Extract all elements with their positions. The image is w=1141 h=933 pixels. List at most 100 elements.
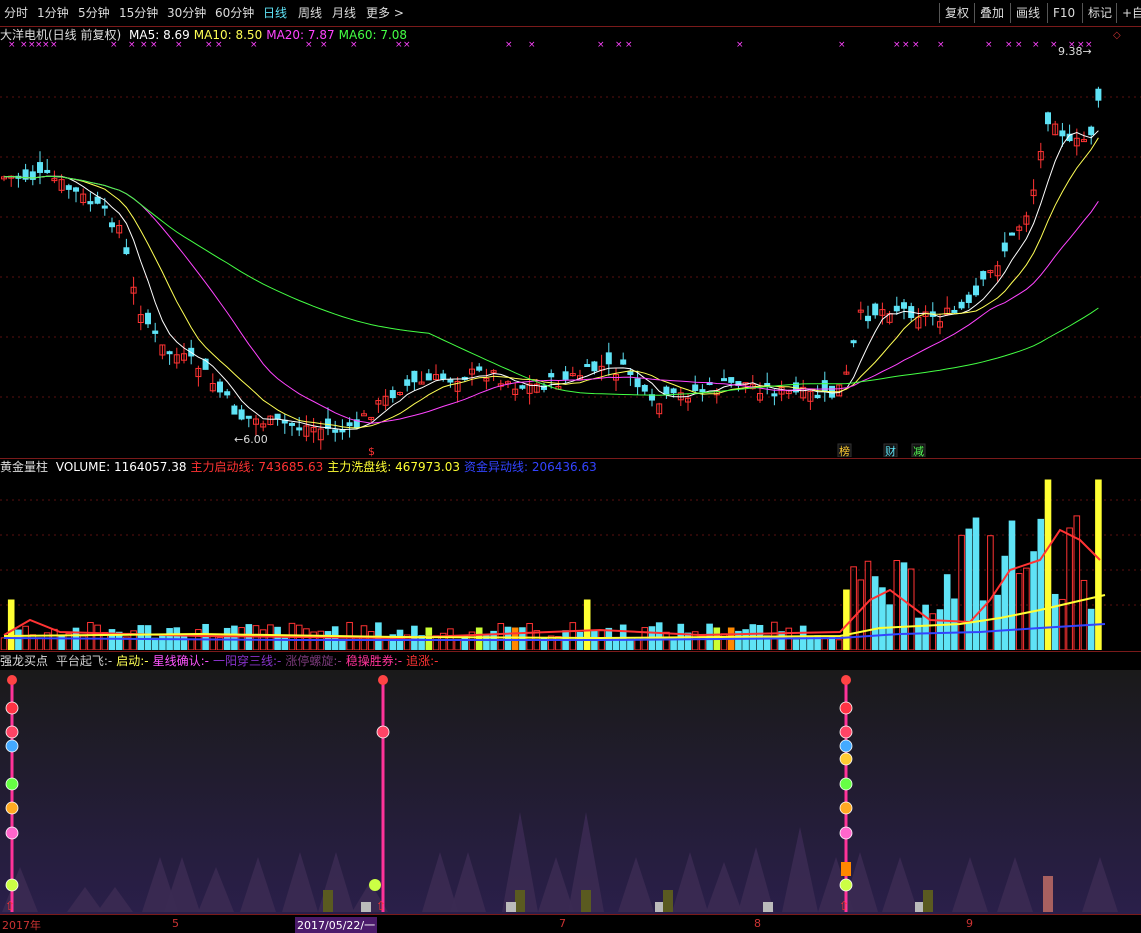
volume-bar <box>583 599 591 650</box>
candle-body <box>548 373 555 378</box>
candle-body <box>591 361 598 372</box>
bow-icon <box>378 675 388 685</box>
tab-timeframe-fenshi[interactable]: 分时 <box>4 0 28 26</box>
up-arrow-icon: ⇧ <box>5 899 15 913</box>
tab-timeframe-5m[interactable]: 5分钟 <box>78 0 110 26</box>
signal-x-marker: × <box>150 40 158 50</box>
date-label: 5 <box>172 917 179 930</box>
volume-bar <box>36 637 44 650</box>
volume-bar <box>187 639 195 650</box>
tab-timeframe-30m[interactable]: 30分钟 <box>167 0 206 26</box>
volume-bar <box>1044 479 1052 650</box>
signal-x-marker: × <box>912 40 920 50</box>
candle-body <box>332 429 339 433</box>
signal-x-marker: × <box>736 40 744 50</box>
volume-bar <box>843 589 850 650</box>
candle-body <box>620 359 627 365</box>
f10-button[interactable]: F10 <box>1047 3 1080 23</box>
signal-x-marker: × <box>395 40 403 50</box>
candle-body <box>771 393 778 397</box>
volume-bar <box>29 634 37 650</box>
adjust-button[interactable]: 复权 <box>939 3 974 23</box>
volume-bar <box>159 634 166 650</box>
candle-body <box>1088 126 1095 136</box>
volume-bar <box>907 568 915 650</box>
bow-icon <box>7 675 17 685</box>
candle-body <box>44 169 51 173</box>
candle-body <box>447 379 454 383</box>
candle-body <box>339 429 346 433</box>
volume-bar <box>51 628 58 650</box>
signal-x-marker: × <box>1032 40 1040 50</box>
volume-bar <box>137 625 145 650</box>
volume-bar <box>1023 567 1030 650</box>
candle-body <box>145 312 151 325</box>
signal-x-marker: × <box>128 40 136 50</box>
indicator-legend-item: 稳操胜券:- <box>345 654 403 668</box>
candle-body <box>389 390 396 399</box>
signal-ball-icon <box>5 826 19 840</box>
candle-body <box>411 370 418 383</box>
date-label: 8 <box>754 917 761 930</box>
draw-line-button[interactable]: 画线 <box>1010 3 1045 23</box>
volume-chart[interactable] <box>0 460 1141 650</box>
tab-timeframe-15m[interactable]: 15分钟 <box>119 0 158 26</box>
volume-bar <box>15 629 22 650</box>
volume-bar <box>504 626 512 650</box>
signal-x-marker: × <box>937 40 945 50</box>
candle-body <box>634 378 641 388</box>
price-chart[interactable]: × × × × × × × × × × × × × × × × × × × × × × × × × × × × × × × × × × × × × ×9.… <box>0 27 1141 457</box>
volume-bar <box>144 625 152 650</box>
candle-body <box>152 330 159 334</box>
tab-timeframe-daily[interactable]: 日线 <box>263 0 287 26</box>
candle-body <box>821 380 828 392</box>
candle-body <box>641 384 648 392</box>
candle-body <box>37 162 43 173</box>
signal-base-bar <box>515 890 525 912</box>
indicator-legend-item: 启动:- <box>116 654 149 668</box>
signal-ball-icon <box>5 777 19 791</box>
add-watchlist-button[interactable]: +自选 <box>1116 3 1141 23</box>
candle-body <box>238 409 245 420</box>
candle-body <box>123 247 130 255</box>
candle-body <box>224 391 231 396</box>
tab-timeframe-more[interactable]: 更多 > <box>366 0 404 26</box>
indicator-legend-item: 涨停螺旋:- <box>285 654 342 668</box>
tab-timeframe-monthly[interactable]: 月线 <box>332 0 356 26</box>
mark-button[interactable]: 标记 <box>1082 3 1117 23</box>
up-arrow-icon: ⇧ <box>839 899 849 913</box>
signal-base-bar <box>923 890 933 912</box>
candle-body <box>166 351 173 355</box>
candle-body <box>973 285 979 296</box>
tab-timeframe-1m[interactable]: 1分钟 <box>37 0 69 26</box>
tab-timeframe-60m[interactable]: 60分钟 <box>215 0 254 26</box>
candle-body <box>814 394 821 399</box>
volume-bar <box>94 624 101 650</box>
signal-x-marker: × <box>893 40 901 50</box>
top-toolbar: 分时 1分钟 5分钟 15分钟 30分钟 60分钟 日线 周线 月线 更多 > … <box>0 0 1141 27</box>
tab-timeframe-weekly[interactable]: 周线 <box>298 0 322 26</box>
signal-ball-icon <box>839 878 853 892</box>
volume-bar <box>1015 573 1023 650</box>
date-label: 9 <box>966 917 973 930</box>
signal-x-marker: × <box>175 40 183 50</box>
candle-body <box>476 366 483 371</box>
indicator-legend-item: 星线确认:- <box>152 654 209 668</box>
signal-ball-icon <box>5 878 19 892</box>
signal-x-marker: × <box>625 40 633 50</box>
candle-body <box>1001 242 1008 252</box>
signal-x-marker: × <box>838 40 846 50</box>
candle-body <box>1095 88 1102 101</box>
date-label: 7 <box>559 917 566 930</box>
signal-ball-icon <box>5 739 19 753</box>
volume-bar <box>922 604 929 650</box>
volume-bar <box>857 579 865 650</box>
volume-bar <box>475 627 483 650</box>
candle-body <box>901 302 907 309</box>
overlay-button[interactable]: 叠加 <box>974 3 1009 23</box>
volume-bar <box>1030 551 1037 650</box>
signal-base-bar <box>323 890 333 912</box>
signal-chart[interactable]: ⇧ ⇧ ⇧ <box>0 670 1141 914</box>
high-price-label: 9.38→ <box>1058 45 1092 58</box>
candle-body <box>951 309 958 313</box>
